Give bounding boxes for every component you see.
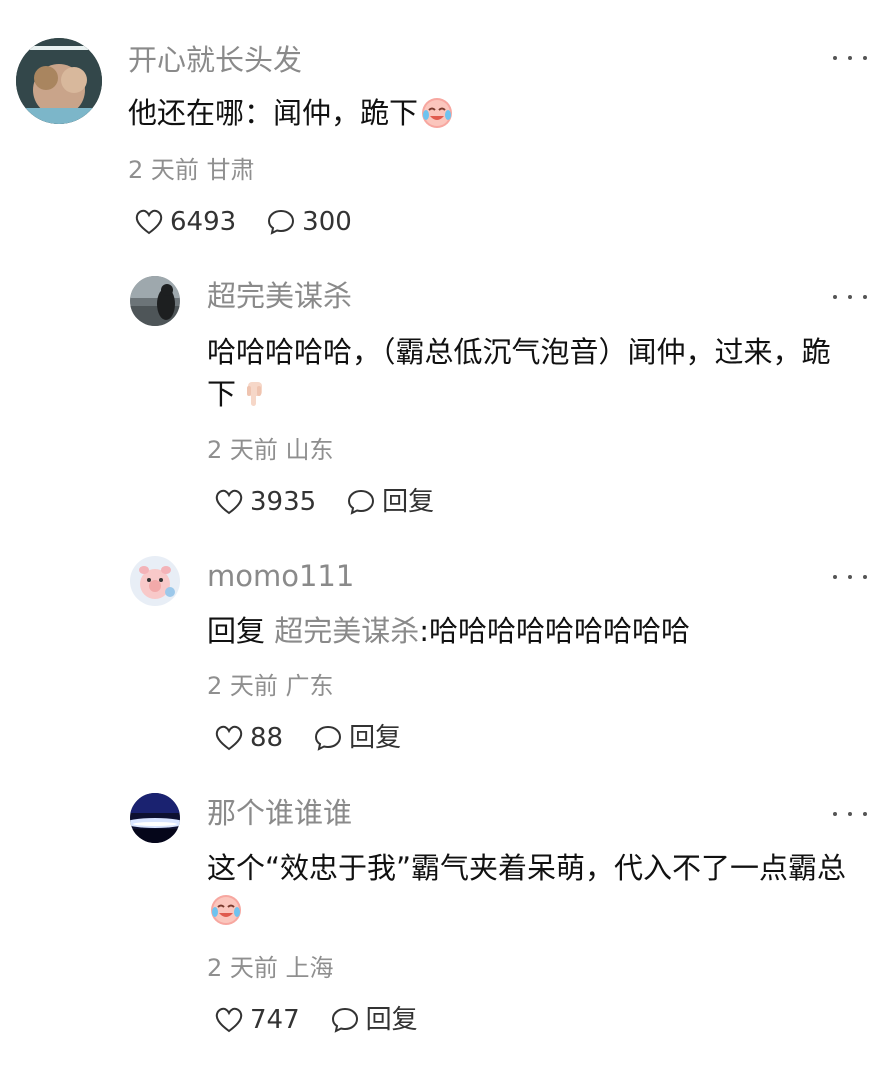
comment-meta: 2 天前 甘肃 <box>128 154 255 186</box>
comment-text-content: :哈哈哈哈哈哈哈哈哈 <box>419 614 691 648</box>
more-dots-icon[interactable] <box>833 292 867 302</box>
reply-label: 回复 <box>365 1005 418 1035</box>
comment-location: 甘肃 <box>206 156 255 184</box>
comment-text-content: 他还在哪：闻仲，跪下 <box>128 96 419 130</box>
heart-outline-icon <box>135 209 163 235</box>
like-count: 747 <box>250 1005 300 1035</box>
username[interactable]: 超完美谋杀 <box>207 276 352 316</box>
more-dots-icon[interactable] <box>833 809 867 819</box>
reply-label: 回复 <box>349 723 402 753</box>
crying-laughing-emoji-icon <box>209 892 243 926</box>
username[interactable]: momo111 <box>207 556 354 596</box>
heart-outline-icon <box>215 1007 243 1033</box>
comment-time: 2 天前 <box>207 954 278 982</box>
comment-location: 山东 <box>285 436 334 464</box>
comment-location: 广东 <box>285 672 334 700</box>
username[interactable]: 开心就长头发 <box>128 40 302 80</box>
comment-time: 2 天前 <box>128 156 199 184</box>
comment-actions: 3935 回复 <box>214 486 464 518</box>
crying-laughing-emoji-icon <box>420 95 454 129</box>
speech-bubble-icon <box>331 1007 358 1033</box>
comment-meta: 2 天前 山东 <box>207 434 334 466</box>
comment-time: 2 天前 <box>207 672 278 700</box>
comment-actions: 747 回复 <box>214 1004 448 1036</box>
reply-button[interactable]: 300 <box>266 206 352 238</box>
comment-actions: 88 回复 <box>214 722 431 754</box>
avatar[interactable] <box>16 38 102 124</box>
like-button[interactable]: 747 <box>214 1004 300 1036</box>
comment-meta: 2 天前 广东 <box>207 670 334 702</box>
like-button[interactable]: 6493 <box>134 206 236 238</box>
comment-text: 这个“效忠于我”霸气夹着呆萌，代入不了一点霸总 <box>207 847 847 931</box>
reply-count: 300 <box>302 207 352 237</box>
mention-link[interactable]: 超完美谋杀 <box>274 614 419 648</box>
speech-bubble-icon <box>348 489 375 515</box>
comment-meta: 2 天前 上海 <box>207 952 334 984</box>
like-count: 88 <box>250 723 284 753</box>
avatar[interactable] <box>130 276 180 326</box>
reply-button[interactable]: 回复 <box>313 722 401 754</box>
pointing-down-emoji-icon <box>238 376 272 410</box>
like-count: 6493 <box>170 207 237 237</box>
username[interactable]: 那个谁谁谁 <box>207 793 352 833</box>
comment-actions: 6493 300 <box>134 206 382 238</box>
comment-time: 2 天前 <box>207 436 278 464</box>
reply-button[interactable]: 回复 <box>346 486 434 518</box>
more-dots-icon[interactable] <box>833 572 867 582</box>
heart-outline-icon <box>215 725 243 751</box>
reply-button[interactable]: 回复 <box>330 1004 418 1036</box>
comment-text-content: 这个“效忠于我”霸气夹着呆萌，代入不了一点霸总 <box>207 851 847 885</box>
heart-outline-icon <box>215 489 243 515</box>
avatar[interactable] <box>130 793 180 843</box>
like-button[interactable]: 88 <box>214 722 283 754</box>
avatar[interactable] <box>130 556 180 606</box>
comment-text: 哈哈哈哈哈，（霸总低沉气泡音）闻仲，过来，跪下 <box>207 331 847 415</box>
comment-text-content: 哈哈哈哈哈，（霸总低沉气泡音）闻仲，过来，跪下 <box>207 335 831 411</box>
comment-text: 回复 超完美谋杀:哈哈哈哈哈哈哈哈哈 <box>207 610 847 652</box>
more-dots-icon[interactable] <box>833 53 867 63</box>
reply-label: 回复 <box>382 487 435 517</box>
speech-bubble-icon <box>268 209 295 235</box>
comment-text: 他还在哪：闻仲，跪下 <box>128 92 847 134</box>
comment-location: 上海 <box>285 954 334 982</box>
speech-bubble-icon <box>315 725 342 751</box>
like-button[interactable]: 3935 <box>214 486 316 518</box>
reply-prefix: 回复 <box>207 614 266 648</box>
like-count: 3935 <box>250 487 317 517</box>
